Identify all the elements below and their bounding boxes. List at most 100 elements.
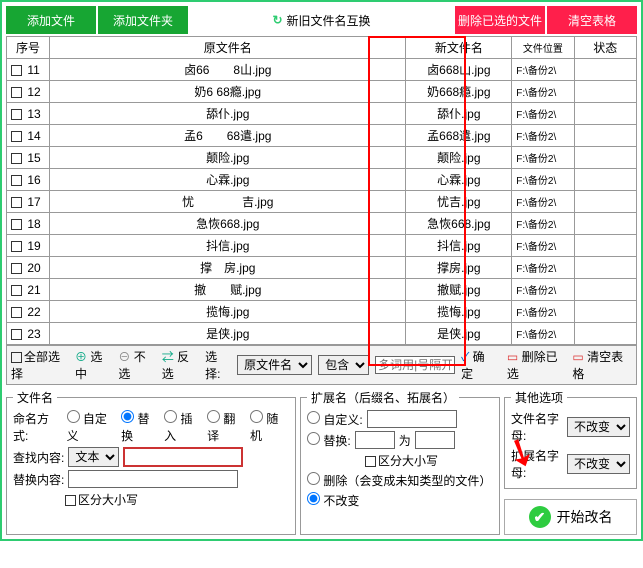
find-mode-select[interactable]: 文本 [68, 447, 119, 467]
new-filename: 舔仆.jpg [406, 103, 512, 125]
table-row[interactable]: 14孟6 68遣.jpg孟668遣.jpgF:\备份2\ [7, 125, 637, 147]
old-filename: 舔仆.jpg [50, 103, 406, 125]
row-checkbox[interactable] [11, 197, 22, 208]
table-row[interactable]: 12奶6 68瘾.jpg奶668瘾.jpgF:\备份2\ [7, 81, 637, 103]
row-checkbox[interactable] [11, 131, 22, 142]
old-filename: 揽悔.jpg [50, 301, 406, 323]
row-checkbox[interactable] [11, 329, 22, 340]
table-row[interactable]: 21撤 赋.jpg撤赋.jpgF:\备份2\ [7, 279, 637, 301]
row-checkbox[interactable] [11, 241, 22, 252]
table-row[interactable]: 16心霖.jpg心霖.jpgF:\备份2\ [7, 169, 637, 191]
file-path: F:\备份2\ [512, 169, 574, 191]
col-seq[interactable]: 序号 [7, 37, 50, 59]
ext-replace[interactable]: 替换: [307, 432, 351, 449]
row-checkbox[interactable] [11, 175, 22, 186]
other-panel: 其他选项 文件名字母: 不改变 扩展名字母: 不改变 [504, 389, 637, 489]
ext-case-checkbox[interactable]: 区分大小写 [365, 452, 438, 469]
file-path: F:\备份2\ [512, 235, 574, 257]
row-checkbox[interactable] [11, 87, 22, 98]
file-path: F:\备份2\ [512, 103, 574, 125]
file-status [574, 147, 636, 169]
select-invert[interactable]: ⇄ 反选 [162, 348, 199, 382]
file-status [574, 235, 636, 257]
select-all-checkbox[interactable]: 全部选择 [11, 348, 69, 382]
old-filename: 忧 吉.jpg [50, 191, 406, 213]
col-new[interactable]: 新文件名 [406, 37, 512, 59]
new-filename: 急恢668.jpg [406, 213, 512, 235]
filter-input[interactable] [375, 356, 455, 374]
new-filename: 撤赋.jpg [406, 279, 512, 301]
col-path[interactable]: 文件位置 [512, 37, 574, 59]
swap-icon: ↻ [272, 13, 282, 27]
table-row[interactable]: 15颠险.jpg颠险.jpgF:\备份2\ [7, 147, 637, 169]
table-row[interactable]: 13舔仆.jpg舔仆.jpgF:\备份2\ [7, 103, 637, 125]
filename-panel: 文件名 命名方式: 自定义 替换 插入 翻译 随机 查找内容: 文本 替换内容:… [6, 389, 296, 535]
table-row[interactable]: 22揽悔.jpg揽悔.jpgF:\备份2\ [7, 301, 637, 323]
row-checkbox[interactable] [11, 307, 22, 318]
delete-selected-button[interactable]: 删除已选的文件 [455, 6, 545, 34]
table-row[interactable]: 23是侠.jpg是侠.jpgF:\备份2\ [7, 323, 637, 345]
table-row[interactable]: 17忧 吉.jpg忧吉.jpgF:\备份2\ [7, 191, 637, 213]
filter-op-select[interactable]: 包含 [318, 355, 369, 375]
mode-random[interactable]: 随机 [250, 410, 289, 444]
file-path: F:\备份2\ [512, 147, 574, 169]
table-row[interactable]: 11卤66 8山.jpg卤668山.jpgF:\备份2\ [7, 59, 637, 81]
filter-label: 选择: [205, 348, 231, 382]
file-path: F:\备份2\ [512, 125, 574, 147]
old-filename: 抖信.jpg [50, 235, 406, 257]
select-no[interactable]: ⊖ 不选 [118, 348, 155, 382]
row-checkbox[interactable] [11, 65, 22, 76]
file-path: F:\备份2\ [512, 81, 574, 103]
table-row[interactable]: 20撑 房.jpg撑房.jpgF:\备份2\ [7, 257, 637, 279]
mode-replace[interactable]: 替换 [121, 410, 160, 444]
toolbar-del-selected[interactable]: ▭ 删除已选 [507, 348, 567, 382]
col-status[interactable]: 状态 [574, 37, 636, 59]
mode-insert[interactable]: 插入 [164, 410, 203, 444]
file-path: F:\备份2\ [512, 323, 574, 345]
file-path: F:\备份2\ [512, 301, 574, 323]
mode-custom[interactable]: 自定义 [67, 410, 118, 444]
swap-label: 新旧文件名互换 [287, 12, 371, 29]
find-input[interactable] [123, 447, 243, 467]
old-filename: 急恢668.jpg [50, 213, 406, 235]
other-legend: 其他选项 [511, 389, 567, 406]
file-status [574, 191, 636, 213]
ext-delete[interactable]: 删除（会变成未知类型的文件） [307, 472, 491, 489]
row-checkbox[interactable] [11, 153, 22, 164]
start-rename-button[interactable]: ✔ 开始改名 [504, 499, 637, 535]
old-filename: 是侠.jpg [50, 323, 406, 345]
row-checkbox[interactable] [11, 285, 22, 296]
new-filename: 奶668瘾.jpg [406, 81, 512, 103]
toolbar-clear[interactable]: ▭ 清空表格 [572, 348, 632, 382]
row-checkbox[interactable] [11, 263, 22, 274]
ext-letter-select[interactable]: 不改变 [567, 454, 630, 474]
fname-letter-select[interactable]: 不改变 [567, 417, 630, 437]
old-filename: 撑 房.jpg [50, 257, 406, 279]
ext-custom-input[interactable] [367, 410, 457, 428]
add-folder-button[interactable]: 添加文件夹 [98, 6, 188, 34]
table-row[interactable]: 19抖信.jpg抖信.jpgF:\备份2\ [7, 235, 637, 257]
file-status [574, 323, 636, 345]
file-status [574, 125, 636, 147]
check-icon: ✔ [529, 506, 551, 528]
confirm-filter[interactable]: ✓ 确定 [461, 348, 495, 382]
ext-replace-from[interactable] [355, 431, 395, 449]
old-filename: 撤 赋.jpg [50, 279, 406, 301]
ext-replace-to[interactable] [415, 431, 455, 449]
add-file-button[interactable]: 添加文件 [6, 6, 96, 34]
clear-table-button[interactable]: 清空表格 [547, 6, 637, 34]
ext-no-change[interactable]: 不改变 [307, 492, 359, 509]
replace-input[interactable] [68, 470, 238, 488]
file-status [574, 213, 636, 235]
select-yes[interactable]: ⊕ 选中 [75, 348, 112, 382]
table-row[interactable]: 18急恢668.jpg急恢668.jpgF:\备份2\ [7, 213, 637, 235]
swap-names-button[interactable]: ↻ 新旧文件名互换 [190, 6, 453, 34]
row-checkbox[interactable] [11, 219, 22, 230]
ext-custom[interactable]: 自定义: [307, 411, 363, 428]
case-sensitive-checkbox[interactable]: 区分大小写 [65, 491, 138, 508]
filter-field-select[interactable]: 原文件名 [237, 355, 312, 375]
row-checkbox[interactable] [11, 109, 22, 120]
old-filename: 奶6 68瘾.jpg [50, 81, 406, 103]
col-old[interactable]: 原文件名 [50, 37, 406, 59]
mode-translate[interactable]: 翻译 [207, 410, 246, 444]
